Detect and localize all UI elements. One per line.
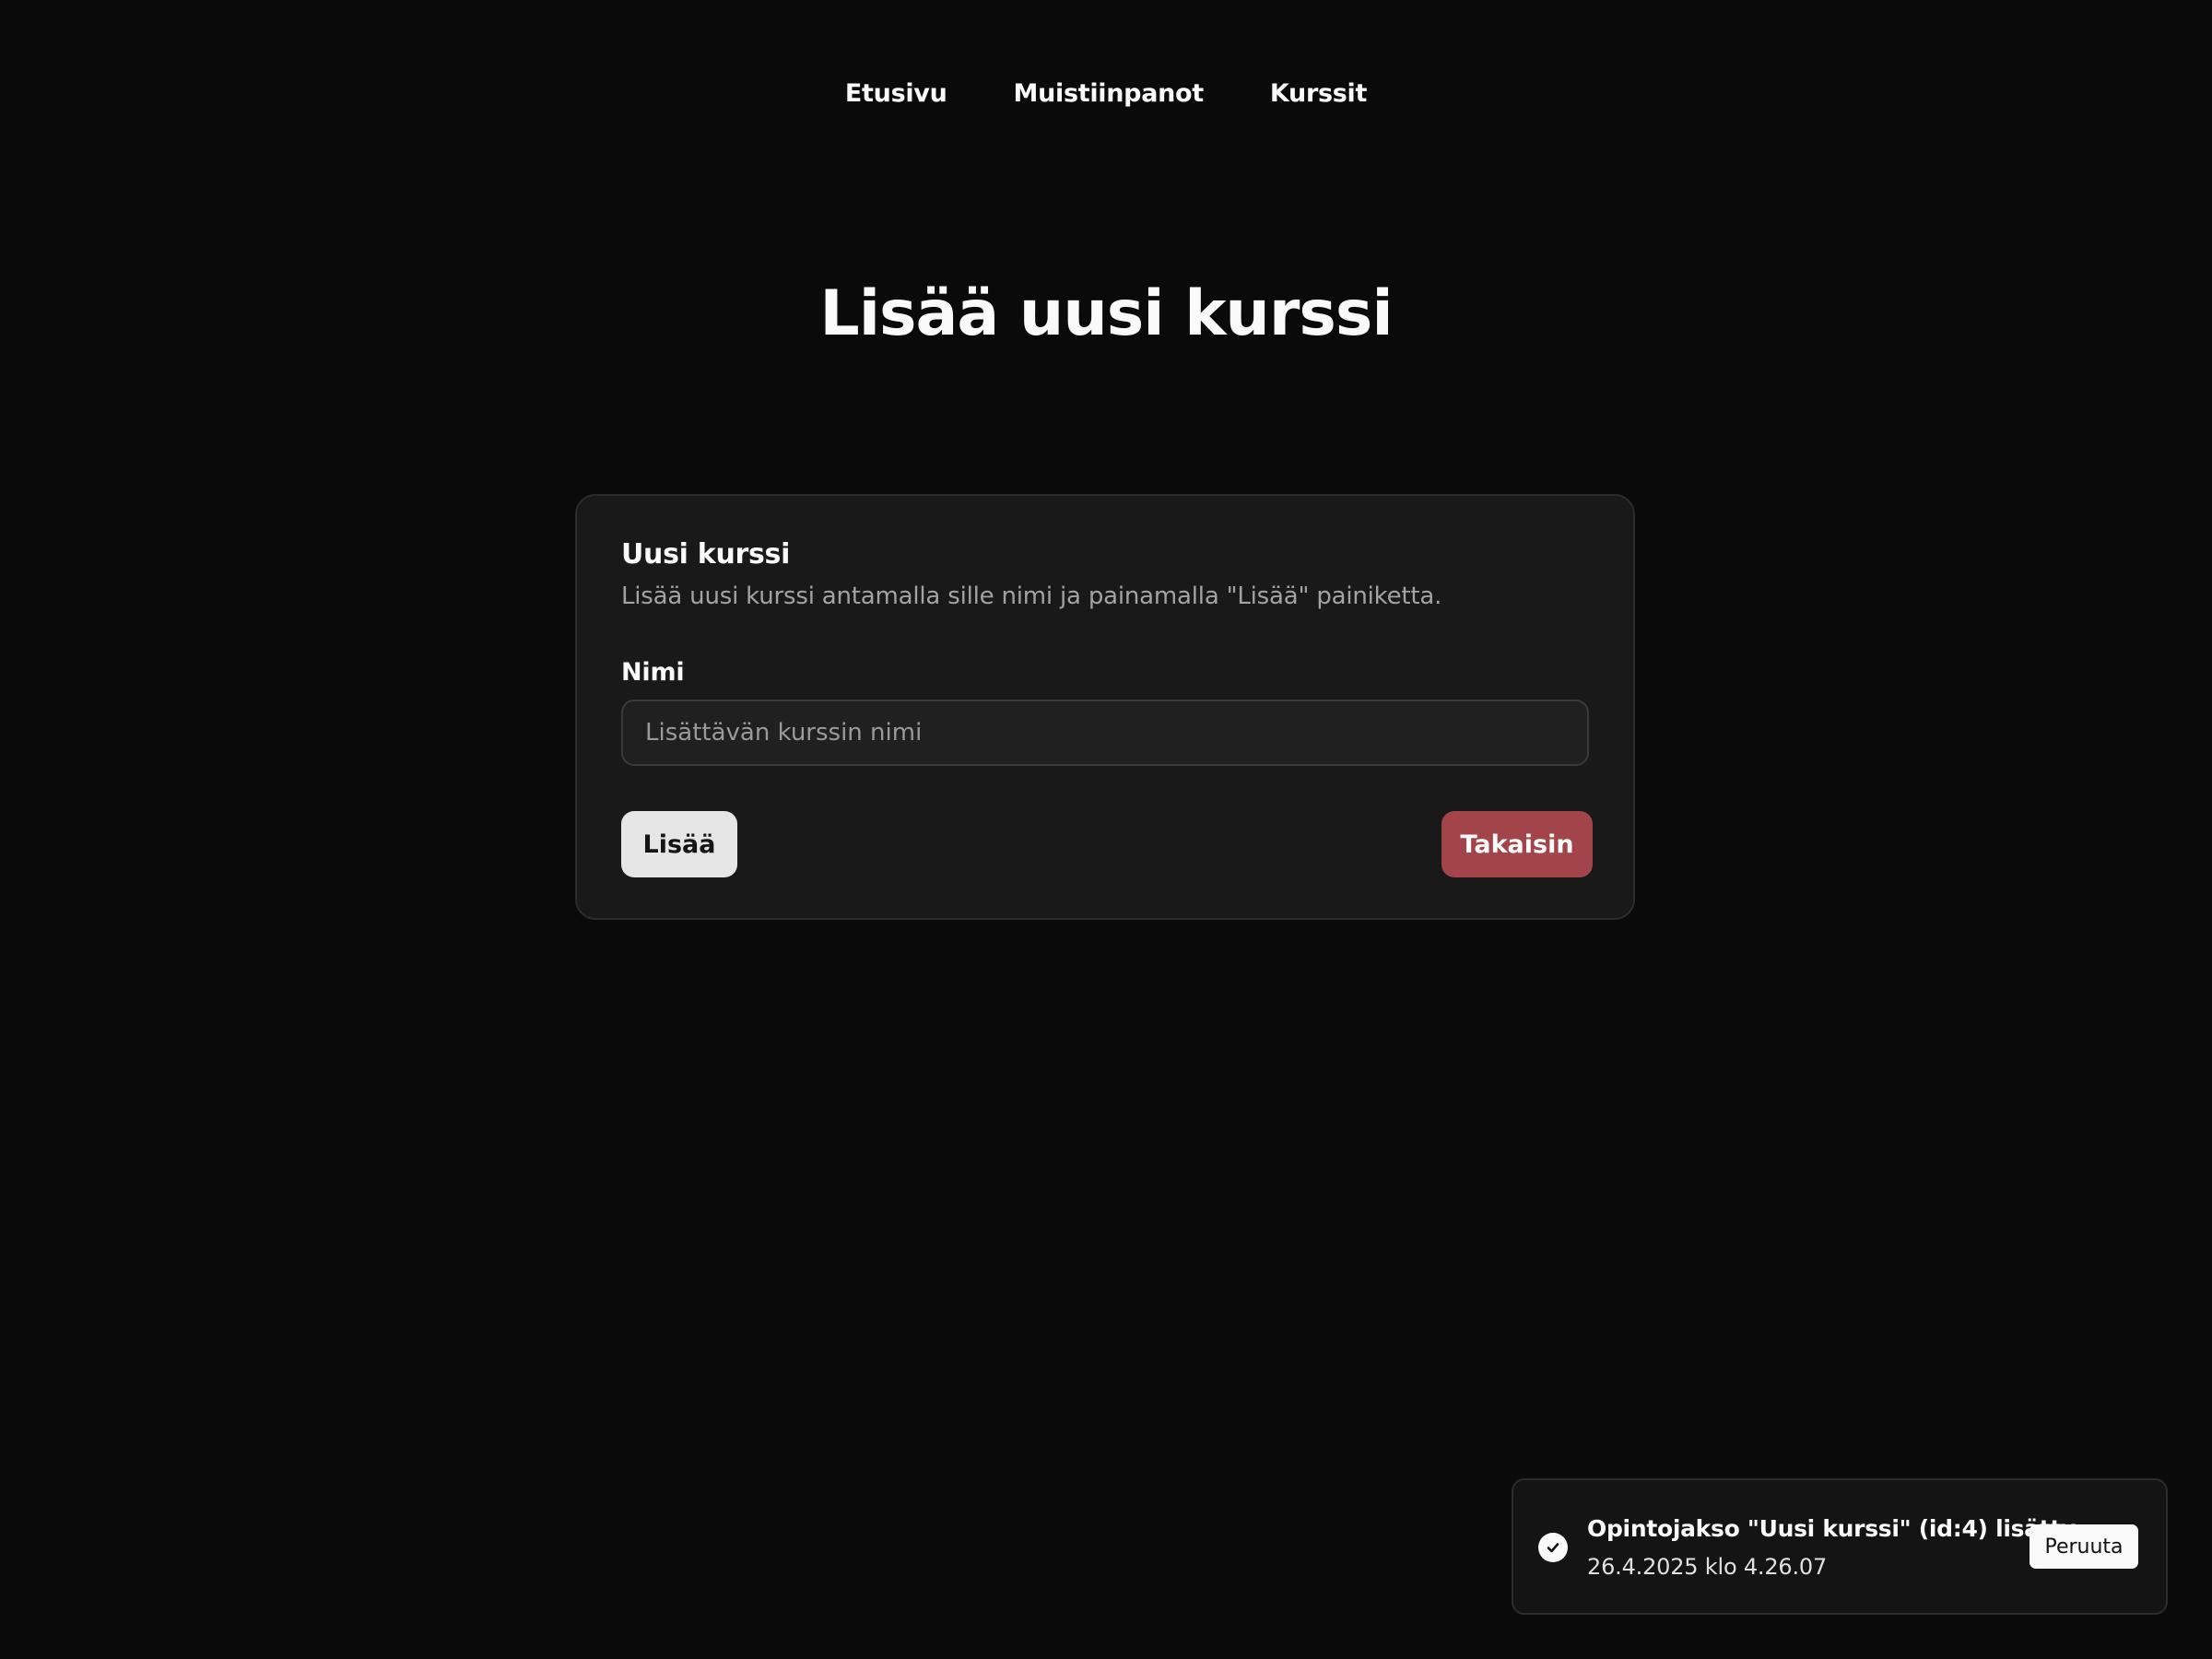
page: Etusivu Muistiinpanot Kurssit Lisää uusi… <box>0 0 2212 1659</box>
toast-timestamp: 26.4.2025 klo 4.26.07 <box>1587 1554 1828 1580</box>
back-button[interactable]: Takaisin <box>1441 811 1593 877</box>
nav-link-etusivu[interactable]: Etusivu <box>845 79 947 108</box>
card-description: Lisää uusi kurssi antamalla sille nimi j… <box>621 582 1442 610</box>
check-circle-icon <box>1538 1533 1568 1562</box>
toast-title: Opintojakso "Uusi kurssi" (id:4) lisätty <box>1587 1515 2077 1542</box>
card-title: Uusi kurssi <box>621 538 791 571</box>
new-course-card: Uusi kurssi Lisää uusi kurssi antamalla … <box>575 494 1635 920</box>
name-field-label: Nimi <box>621 658 685 687</box>
add-button[interactable]: Lisää <box>621 811 737 877</box>
nav-link-kurssit[interactable]: Kurssit <box>1270 79 1368 108</box>
top-navigation: Etusivu Muistiinpanot Kurssit <box>0 72 2212 114</box>
nav-link-muistiinpanot[interactable]: Muistiinpanot <box>1014 79 1205 108</box>
undo-button[interactable]: Peruuta <box>2030 1524 2138 1569</box>
toast-notification: Opintojakso "Uusi kurssi" (id:4) lisätty… <box>1512 1478 2168 1615</box>
page-title: Lisää uusi kurssi <box>819 277 1393 350</box>
course-name-input[interactable] <box>621 700 1589 766</box>
